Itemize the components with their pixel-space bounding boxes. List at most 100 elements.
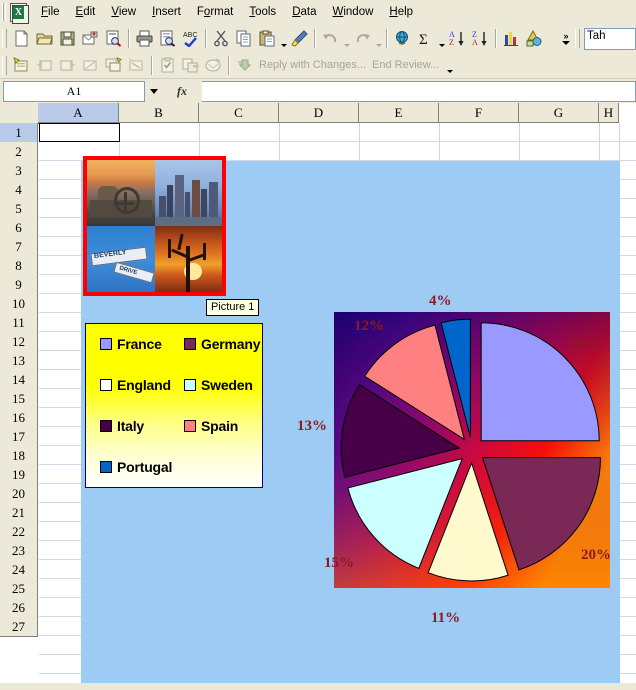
autosum-dropdown-arrow-icon[interactable]	[437, 25, 446, 53]
row-header-2[interactable]: 2	[0, 142, 38, 162]
redo-dropdown-arrow-icon[interactable]	[374, 25, 383, 53]
next-comment-icon[interactable]	[56, 54, 79, 76]
legend-item-italy[interactable]: Italy	[100, 418, 144, 434]
row-header-6[interactable]: 6	[0, 218, 38, 238]
chart-legend[interactable]: France Germany England Sweden Italy Spain Port…	[85, 323, 263, 488]
row-header-27[interactable]: 27	[0, 617, 38, 637]
column-header-g[interactable]: G	[519, 103, 599, 123]
select-all-corner[interactable]	[0, 103, 39, 124]
row-header-5[interactable]: 5	[0, 199, 38, 219]
row-header-13[interactable]: 13	[0, 351, 38, 371]
formula-input[interactable]	[202, 80, 636, 102]
menu-view[interactable]: View	[103, 3, 144, 22]
cell-area[interactable]: BEVERLY DRIVE Picture 1 France Germany E…	[39, 123, 636, 690]
row-header-4[interactable]: 4	[0, 180, 38, 200]
show-all-comments-icon[interactable]	[102, 54, 125, 76]
new-comment-icon[interactable]	[10, 54, 33, 76]
paste-clipboard-icon[interactable]	[256, 28, 279, 50]
row-header-16[interactable]: 16	[0, 408, 38, 428]
legend-item-portugal[interactable]: Portugal	[100, 459, 172, 475]
cut-scissors-icon[interactable]	[210, 28, 233, 50]
email-icon[interactable]	[79, 28, 102, 50]
row-header-3[interactable]: 3	[0, 161, 38, 181]
print-preview-icon[interactable]	[156, 28, 179, 50]
insert-function-icon[interactable]: fx	[162, 82, 202, 101]
toolbar-grip[interactable]	[2, 29, 7, 48]
font-name-input[interactable]: Tah	[584, 27, 636, 50]
menu-data[interactable]: Data	[284, 3, 324, 22]
paste-dropdown-arrow-icon[interactable]	[279, 25, 288, 53]
end-review-button[interactable]: End Review...	[369, 59, 442, 71]
column-header-a[interactable]: A	[38, 103, 119, 123]
pie-chart[interactable]	[334, 312, 610, 588]
save-floppy-icon[interactable]	[56, 28, 79, 50]
send-to-mail-icon[interactable]	[233, 54, 256, 76]
legend-item-england[interactable]: England	[100, 377, 171, 393]
copy-icon[interactable]	[233, 28, 256, 50]
create-task-icon[interactable]	[156, 54, 179, 76]
row-header-10[interactable]: 10	[0, 294, 38, 314]
print-icon[interactable]	[133, 28, 156, 50]
row-header-18[interactable]: 18	[0, 446, 38, 466]
reviewing-toolbar-grip[interactable]	[2, 55, 7, 75]
name-box-dropdown-arrow-icon[interactable]	[145, 82, 162, 101]
column-header-d[interactable]: D	[279, 103, 359, 123]
row-header-12[interactable]: 12	[0, 332, 38, 352]
name-box[interactable]: A1	[3, 80, 145, 102]
sort-ascending-icon[interactable]: AZ	[446, 28, 469, 50]
picture-1-image[interactable]: BEVERLY DRIVE	[83, 156, 226, 296]
previous-comment-icon[interactable]	[33, 54, 56, 76]
drawing-icon[interactable]	[523, 28, 546, 50]
delete-comment-icon[interactable]	[125, 54, 148, 76]
row-header-7[interactable]: 7	[0, 237, 38, 257]
column-header-b[interactable]: B	[119, 103, 199, 123]
column-header-c[interactable]: C	[199, 103, 279, 123]
menubar-grip[interactable]	[2, 3, 6, 21]
legend-item-sweden[interactable]: Sweden	[184, 377, 253, 393]
menu-tools[interactable]: Tools	[241, 3, 284, 22]
toolbar-overflow-button[interactable]: »	[559, 27, 573, 51]
row-header-26[interactable]: 26	[0, 598, 38, 618]
row-header-21[interactable]: 21	[0, 503, 38, 523]
menu-help[interactable]: Help	[381, 3, 421, 22]
redo-icon[interactable]	[351, 28, 374, 50]
spelling-abc-icon[interactable]: ABC	[179, 28, 202, 50]
menu-format[interactable]: Format	[189, 3, 241, 22]
row-header-23[interactable]: 23	[0, 541, 38, 561]
open-folder-icon[interactable]	[33, 28, 56, 50]
legend-item-germany[interactable]: Germany	[184, 336, 260, 352]
menu-window[interactable]: Window	[325, 3, 382, 22]
menu-edit[interactable]: Edit	[68, 3, 104, 22]
search-document-icon[interactable]	[102, 28, 125, 50]
reply-with-changes-button[interactable]: Reply with Changes...	[256, 59, 369, 71]
row-header-24[interactable]: 24	[0, 560, 38, 580]
legend-item-france[interactable]: France	[100, 336, 162, 352]
row-header-14[interactable]: 14	[0, 370, 38, 390]
hide-comment-icon[interactable]	[79, 54, 102, 76]
menu-file[interactable]: File	[33, 3, 68, 22]
row-header-20[interactable]: 20	[0, 484, 38, 504]
row-header-8[interactable]: 8	[0, 256, 38, 276]
menu-insert[interactable]: Insert	[144, 3, 189, 22]
row-header-15[interactable]: 15	[0, 389, 38, 409]
row-header-9[interactable]: 9	[0, 275, 38, 295]
column-header-f[interactable]: F	[439, 103, 519, 123]
active-cell-a1[interactable]	[39, 123, 120, 142]
legend-item-spain[interactable]: Spain	[184, 418, 238, 434]
undo-dropdown-arrow-icon[interactable]	[342, 25, 351, 53]
column-header-e[interactable]: E	[359, 103, 439, 123]
sort-descending-icon[interactable]: ZA	[469, 28, 492, 50]
new-icon[interactable]	[10, 28, 33, 50]
reviewing-toolbar-overflow-arrow-icon[interactable]	[445, 51, 454, 79]
row-header-17[interactable]: 17	[0, 427, 38, 447]
row-header-19[interactable]: 19	[0, 465, 38, 485]
column-header-h[interactable]: H	[599, 103, 619, 123]
hyperlink-globe-icon[interactable]	[391, 28, 414, 50]
update-file-icon[interactable]	[179, 54, 202, 76]
mail-recipient-icon[interactable]	[202, 54, 225, 76]
formatting-toolbar-grip[interactable]	[575, 29, 580, 48]
chart-wizard-icon[interactable]	[500, 28, 523, 50]
format-painter-brush-icon[interactable]	[288, 28, 311, 50]
row-header-11[interactable]: 11	[0, 313, 38, 333]
row-header-22[interactable]: 22	[0, 522, 38, 542]
